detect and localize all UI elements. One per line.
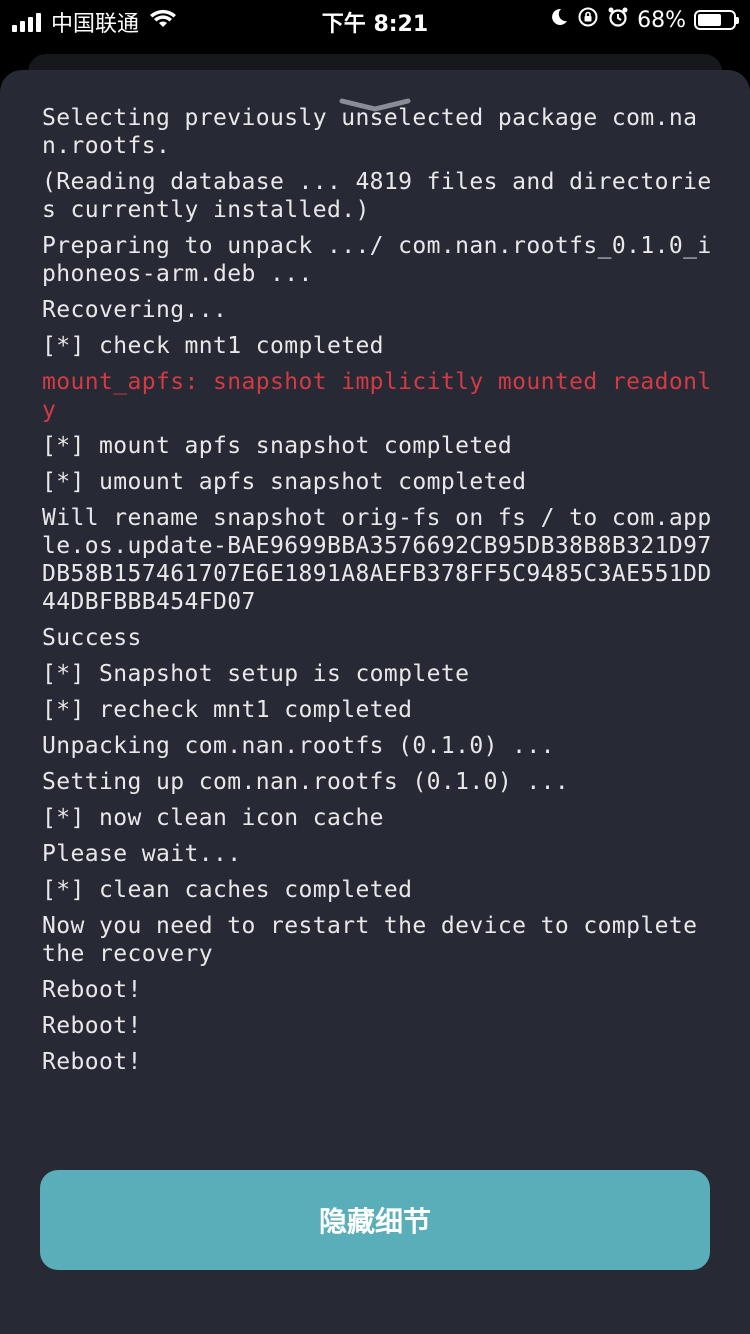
log-line: [*] mount apfs snapshot completed <box>42 433 513 459</box>
log-line: [*] check mnt1 completed <box>42 333 384 359</box>
log-line: [*] now clean icon cache <box>42 805 384 831</box>
log-line: [*] umount apfs snapshot completed <box>42 469 527 495</box>
log-line: Will rename snapshot orig-fs on fs / to … <box>42 505 712 615</box>
log-line: [*] recheck mnt1 completed <box>42 697 413 723</box>
log-line: [*] Snapshot setup is complete <box>42 661 470 687</box>
log-line: Setting up com.nan.rootfs (0.1.0) ... <box>42 769 570 795</box>
log-line-error: mount_apfs: snapshot implicitly mounted … <box>42 369 712 423</box>
moon-icon <box>549 7 569 33</box>
log-line: Reboot! <box>42 1013 142 1039</box>
log-line: Recovering... <box>42 297 228 323</box>
log-line: Preparing to unpack .../ com.nan.rootfs_… <box>42 233 712 287</box>
battery-icon <box>694 10 739 30</box>
log-line: Success <box>42 625 142 651</box>
log-line: Reboot! <box>42 977 142 1003</box>
orientation-lock-icon <box>577 6 599 34</box>
log-line: (Reading database ... 4819 files and dir… <box>42 169 712 223</box>
log-line: Please wait... <box>42 841 242 867</box>
alarm-icon <box>607 6 629 34</box>
log-line: Now you need to restart the device to co… <box>42 913 712 967</box>
log-line: Unpacking com.nan.rootfs (0.1.0) ... <box>42 733 555 759</box>
battery-percent: 68% <box>637 7 686 33</box>
log-line: Selecting previously unselected package … <box>42 105 698 159</box>
status-bar: 中国联通 下午 8:21 68% <box>0 0 750 44</box>
log-line: [*] clean caches completed <box>42 877 413 903</box>
log-line: Reboot! <box>42 1049 142 1075</box>
hide-details-button[interactable]: 隐藏细节 <box>40 1170 710 1270</box>
console-log: Selecting previously unselected package … <box>42 104 722 1084</box>
